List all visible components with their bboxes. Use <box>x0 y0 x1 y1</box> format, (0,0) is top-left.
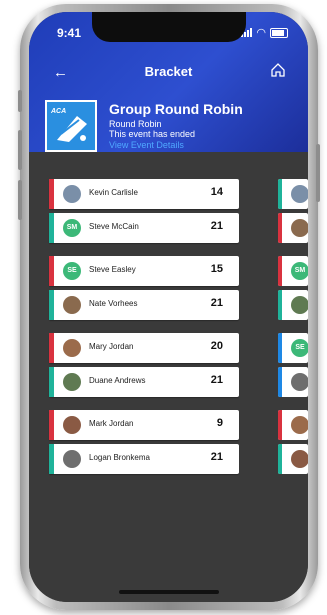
avatar <box>63 450 81 468</box>
avatar <box>291 296 308 314</box>
player-row[interactable]: SE St <box>278 333 308 363</box>
avatar <box>291 219 308 237</box>
event-title: Group Round Robin <box>109 101 243 117</box>
page-title: Bracket <box>144 64 193 79</box>
player-row[interactable]: Logan Bronkema 21 <box>49 444 239 474</box>
player-row[interactable]: Duane Andrews 21 <box>49 367 239 397</box>
loss-indicator <box>49 179 54 209</box>
player-row[interactable]: Ma <box>278 410 308 440</box>
player-score: 9 <box>216 417 223 429</box>
player-name: Kevin Carlisle <box>89 188 138 197</box>
win-indicator <box>49 290 54 320</box>
player-name: Nate Vorhees <box>89 299 138 308</box>
player-name: Mary Jordan <box>89 342 134 351</box>
status-indicator <box>278 367 282 397</box>
avatar <box>291 416 308 434</box>
event-logo: ACA <box>45 100 97 152</box>
avatar <box>63 416 81 434</box>
player-row[interactable]: Mark Jordan 9 <box>49 410 239 440</box>
status-icons: ◠ <box>241 26 288 39</box>
event-format: Round Robin <box>109 119 162 129</box>
status-time: 9:41 <box>57 26 82 40</box>
player-score: 14 <box>210 186 223 198</box>
paddle-icon <box>57 116 87 142</box>
home-icon[interactable] <box>270 62 286 83</box>
player-row[interactable]: Nate Vorhees 21 <box>49 290 239 320</box>
bracket-board[interactable]: Kevin Carlisle 14 SM Steve McCain 21 SE … <box>29 152 308 602</box>
player-name: Mark Jordan <box>89 419 134 428</box>
player-score: 21 <box>210 220 223 232</box>
battery-icon <box>270 27 288 38</box>
player-row[interactable]: Lo <box>278 367 308 397</box>
avatar <box>63 185 81 203</box>
player-row[interactable]: SM St <box>278 256 308 286</box>
event-status: This event has ended <box>109 129 196 139</box>
win-indicator <box>49 213 54 243</box>
avatar <box>291 373 308 391</box>
notch <box>92 12 246 42</box>
win-indicator <box>278 290 282 320</box>
avatar <box>63 373 81 391</box>
player-name: Steve Easley <box>89 265 136 274</box>
player-score: 21 <box>210 297 223 309</box>
player-score: 20 <box>210 340 223 352</box>
loss-indicator <box>278 410 282 440</box>
win-indicator <box>278 179 282 209</box>
loss-indicator <box>278 256 282 286</box>
loss-indicator <box>49 256 54 286</box>
avatar: SE <box>291 339 308 357</box>
avatar <box>291 185 308 203</box>
win-indicator <box>49 367 54 397</box>
player-row[interactable]: Na <box>278 213 308 243</box>
app-screen: 9:41 ◠ ← Bracket ACA Group Round Robin R… <box>29 12 308 602</box>
avatar <box>291 450 308 468</box>
player-row[interactable]: SM Steve McCain 21 <box>49 213 239 243</box>
loss-indicator <box>49 333 54 363</box>
player-row[interactable]: Kevin Carlisle 14 <box>49 179 239 209</box>
loss-indicator <box>49 410 54 440</box>
player-score: 21 <box>210 451 223 463</box>
player-score: 21 <box>210 374 223 386</box>
player-row[interactable]: Ma <box>278 444 308 474</box>
wifi-icon: ◠ <box>256 27 266 39</box>
view-event-details-link[interactable]: View Event Details <box>109 140 184 150</box>
player-name: Duane Andrews <box>89 376 146 385</box>
player-row[interactable]: Du <box>278 290 308 320</box>
player-row[interactable]: SE Steve Easley 15 <box>49 256 239 286</box>
volume-down-button <box>18 180 22 220</box>
header: 9:41 ◠ ← Bracket ACA Group Round Robin R… <box>29 12 308 152</box>
mute-switch <box>18 90 22 112</box>
win-indicator <box>49 444 54 474</box>
player-row[interactable]: Mary Jordan 20 <box>49 333 239 363</box>
avatar <box>63 296 81 314</box>
home-indicator[interactable] <box>119 590 219 594</box>
win-indicator <box>278 444 282 474</box>
avatar: SE <box>63 262 81 280</box>
loss-indicator <box>278 213 282 243</box>
avatar: SM <box>291 262 308 280</box>
avatar: SM <box>63 219 81 237</box>
player-score: 15 <box>210 263 223 275</box>
power-button <box>316 144 320 202</box>
avatar <box>63 339 81 357</box>
player-name: Steve McCain <box>89 222 139 231</box>
volume-up-button <box>18 130 22 170</box>
status-indicator <box>278 333 282 363</box>
player-name: Logan Bronkema <box>89 453 150 462</box>
player-row[interactable]: Ke <box>278 179 308 209</box>
